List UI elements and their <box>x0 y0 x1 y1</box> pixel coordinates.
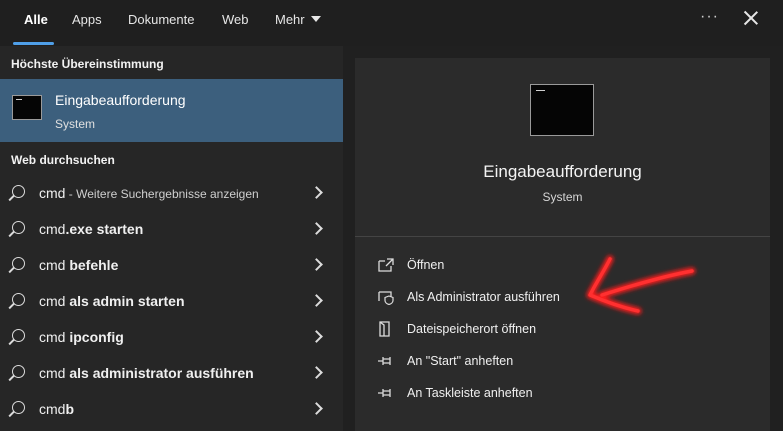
divider <box>355 236 770 237</box>
command-prompt-icon <box>12 95 42 120</box>
pin-to-taskbar-action[interactable]: An Taskleiste anheften <box>355 378 770 408</box>
red-arrow-annotation <box>586 255 696 315</box>
chevron-right-icon <box>310 222 323 235</box>
pin-to-start-action[interactable]: An "Start" anheften <box>355 346 770 376</box>
pin-icon <box>378 389 391 397</box>
search-header: Alle Apps Dokumente Web Mehr ··· <box>0 0 783 46</box>
best-match-title: Eingabeaufforderung <box>55 92 186 108</box>
search-icon <box>12 221 25 234</box>
suggestion-row[interactable]: cmd befehle <box>0 248 343 284</box>
active-tab-indicator <box>13 42 54 45</box>
best-match-item[interactable]: Eingabeaufforderung System <box>0 79 343 142</box>
shield-icon <box>378 291 394 305</box>
chevron-right-icon <box>310 330 323 343</box>
chevron-right-icon <box>310 402 323 415</box>
command-prompt-large-icon <box>530 84 594 136</box>
suggestion-row[interactable]: cmd als administrator ausführen <box>0 356 343 392</box>
action-label: Öffnen <box>407 258 445 272</box>
suggestion-row[interactable]: cmdb <box>0 392 343 428</box>
action-label: Dateispeicherort öffnen <box>407 322 537 336</box>
best-match-heading: Höchste Übereinstimmung <box>11 57 164 71</box>
suggestion-row[interactable]: cmd - Weitere Suchergebnisse anzeigen <box>0 176 343 212</box>
suggestion-label: cmd.exe starten <box>39 221 144 237</box>
action-label: Als Administrator ausführen <box>407 290 560 304</box>
tab-web[interactable]: Web <box>222 12 249 27</box>
search-icon <box>12 293 25 306</box>
web-search-heading: Web durchsuchen <box>11 153 115 167</box>
best-match-subtitle: System <box>55 117 96 131</box>
suggestion-label: cmd als administrator ausführen <box>39 365 254 381</box>
tab-all[interactable]: Alle <box>24 12 48 27</box>
suggestion-label: cmd befehle <box>39 257 119 273</box>
search-icon <box>12 365 25 378</box>
tab-apps[interactable]: Apps <box>72 12 102 27</box>
search-icon <box>12 329 25 342</box>
file-location-icon <box>379 321 390 337</box>
suggestion-row[interactable]: cmd.exe starten <box>0 212 343 248</box>
suggestion-label: cmdb <box>39 401 75 417</box>
pin-icon <box>378 357 391 365</box>
chevron-right-icon <box>310 294 323 307</box>
app-subtitle: System <box>542 190 583 204</box>
tab-documents[interactable]: Dokumente <box>128 12 194 27</box>
action-label: An Taskleiste anheften <box>407 386 533 400</box>
suggestion-label: cmd - Weitere Suchergebnisse anzeigen <box>39 185 259 201</box>
chevron-right-icon <box>310 258 323 271</box>
close-icon[interactable] <box>741 8 761 28</box>
chevron-down-icon <box>310 16 321 22</box>
chevron-right-icon <box>310 366 323 379</box>
chevron-right-icon <box>310 186 323 199</box>
search-icon <box>12 185 25 198</box>
tab-more-label: Mehr <box>275 12 305 27</box>
open-icon <box>378 258 394 272</box>
results-panel: Höchste Übereinstimmung Eingabeaufforder… <box>0 46 343 431</box>
suggestion-label: cmd ipconfig <box>39 329 124 345</box>
suggestion-row[interactable]: cmd als admin starten <box>0 284 343 320</box>
search-icon <box>12 401 25 414</box>
suggestion-label: cmd als admin starten <box>39 293 185 309</box>
more-options-button[interactable]: ··· <box>700 8 719 26</box>
tab-more[interactable]: Mehr <box>275 12 321 27</box>
app-title: Eingabeaufforderung <box>483 162 642 181</box>
action-label: An "Start" anheften <box>407 354 514 368</box>
suggestion-row[interactable]: cmd ipconfig <box>0 320 343 356</box>
search-icon <box>12 257 25 270</box>
